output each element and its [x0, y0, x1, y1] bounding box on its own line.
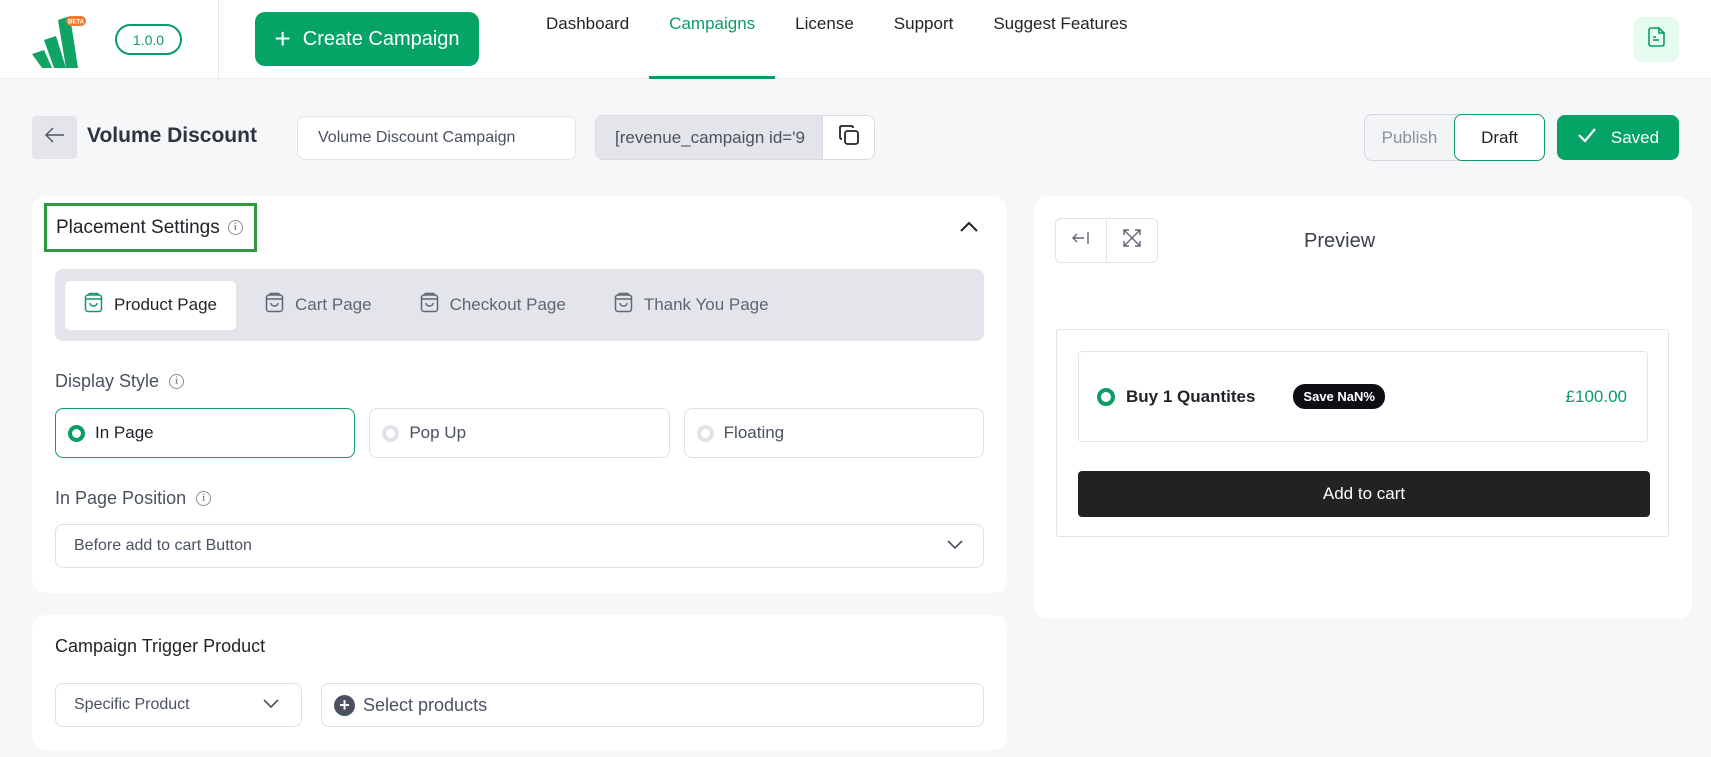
expand-icon	[1123, 229, 1141, 252]
page-tabs: Product Page Cart Page Checkout Page Tha…	[55, 269, 984, 341]
shortcode-value[interactable]: [revenue_campaign id='9	[596, 116, 822, 159]
chevron-down-icon	[947, 537, 963, 555]
offer-option[interactable]: Buy 1 Quantites Save NaN% £100.00	[1078, 351, 1648, 442]
page-title: Volume Discount	[87, 124, 257, 147]
publish-option[interactable]: Publish	[1365, 115, 1454, 160]
nav-suggest-features[interactable]: Suggest Features	[973, 0, 1147, 63]
chevron-up-icon	[960, 219, 978, 237]
tab-thank-you-page[interactable]: Thank You Page	[595, 281, 788, 330]
shopping-bag-icon	[420, 292, 439, 318]
radio-unselected-icon	[696, 424, 714, 442]
copy-shortcode-button[interactable]	[822, 116, 874, 159]
tab-label: Thank You Page	[643, 295, 769, 314]
shopping-bag-icon	[614, 292, 633, 318]
select-value: Specific Product	[74, 696, 190, 713]
info-icon[interactable]: i	[196, 491, 212, 506]
display-style-floating[interactable]: Floating	[683, 408, 984, 458]
info-icon[interactable]: i	[169, 374, 185, 389]
save-badge: Save NaN%	[1293, 384, 1385, 409]
chevron-down-icon	[263, 696, 279, 714]
display-style-pop-up[interactable]: Pop Up	[369, 408, 670, 458]
placement-settings-card: Placement Settings i Product Page Cart P…	[32, 196, 1007, 593]
arrow-left-icon	[44, 127, 65, 148]
preview-title: Preview	[1304, 230, 1376, 252]
select-value: Before add to cart Button	[74, 537, 252, 554]
draft-option[interactable]: Draft	[1454, 114, 1545, 161]
campaign-trigger-card: Campaign Trigger Product Specific Produc…	[32, 615, 1007, 750]
in-page-position-text: In Page Position	[55, 488, 187, 508]
back-button[interactable]	[32, 116, 77, 159]
tab-label: Product Page	[114, 295, 218, 314]
version-badge: 1.0.0	[115, 24, 182, 55]
in-page-position-label: In Page Position i	[55, 488, 212, 509]
expand-preview-button[interactable]	[1106, 219, 1157, 262]
shopping-bag-icon	[265, 292, 284, 318]
placement-settings-header: Placement Settings i	[44, 203, 257, 252]
info-icon[interactable]: i	[227, 220, 243, 235]
divider	[218, 0, 219, 79]
copy-icon	[837, 123, 861, 152]
collapse-button[interactable]	[957, 216, 981, 240]
document-icon	[1647, 26, 1667, 53]
beta-badge: BETA	[68, 20, 85, 26]
products-placeholder: Select products	[363, 694, 488, 715]
nav-campaigns[interactable]: Campaigns	[649, 0, 776, 79]
create-campaign-label: Create Campaign	[302, 27, 460, 50]
campaign-name-input[interactable]: Volume Discount Campaign	[297, 116, 576, 160]
check-icon	[1577, 127, 1597, 148]
trigger-title: Campaign Trigger Product	[55, 636, 266, 656]
offer-label: Buy 1 Quantites	[1126, 386, 1256, 406]
tab-product-page[interactable]: Product Page	[65, 280, 237, 330]
display-style-in-page[interactable]: In Page	[55, 408, 356, 458]
display-style-label: Display Style i	[55, 371, 185, 392]
section-title: Placement Settings	[56, 216, 220, 238]
select-products-input[interactable]: + Select products	[321, 683, 984, 727]
saved-button[interactable]: Saved	[1557, 115, 1679, 160]
saved-label: Saved	[1610, 127, 1660, 147]
main-nav: Dashboard Campaigns License Support Sugg…	[526, 0, 1148, 79]
offer-price: £100.00	[1565, 386, 1627, 406]
tab-label: Checkout Page	[449, 295, 566, 314]
display-style-options: In Page Pop Up Floating	[55, 408, 984, 458]
tab-label: Cart Page	[295, 295, 372, 314]
tab-checkout-page[interactable]: Checkout Page	[401, 281, 585, 330]
collapse-preview-button[interactable]	[1056, 219, 1106, 262]
option-label: Floating	[723, 423, 785, 442]
radio-selected-icon	[1097, 387, 1115, 406]
radio-unselected-icon	[382, 424, 400, 442]
trigger-type-select[interactable]: Specific Product	[55, 683, 302, 727]
display-style-text: Display Style	[55, 371, 160, 391]
in-page-position-select[interactable]: Before add to cart Button	[55, 524, 984, 568]
option-label: Pop Up	[409, 423, 467, 442]
preview-card: Preview Buy 1 Quantites Save NaN% £100.0…	[1034, 196, 1692, 619]
plus-icon: +	[274, 23, 291, 54]
option-label: In Page	[95, 423, 154, 442]
documentation-button[interactable]	[1634, 17, 1679, 62]
arrow-left-bar-icon	[1071, 231, 1091, 250]
radio-selected-icon	[68, 424, 85, 442]
tab-cart-page[interactable]: Cart Page	[246, 281, 391, 330]
top-navbar: BETA 1.0.0 + Create Campaign Dashboard C…	[0, 0, 1711, 79]
shopping-bag-icon	[84, 292, 103, 318]
shortcode-field: [revenue_campaign id='9	[595, 115, 875, 160]
nav-dashboard[interactable]: Dashboard	[526, 0, 649, 63]
add-circle-icon: +	[334, 694, 355, 716]
create-campaign-button[interactable]: + Create Campaign	[255, 12, 479, 66]
preview-frame: Buy 1 Quantites Save NaN% £100.00 Add to…	[1056, 329, 1669, 537]
nav-support[interactable]: Support	[874, 0, 974, 63]
preview-toolbar	[1055, 218, 1158, 263]
app-logo[interactable]: BETA	[30, 12, 90, 68]
nav-license[interactable]: License	[775, 0, 874, 63]
status-toggle: Publish Draft	[1364, 114, 1545, 161]
add-to-cart-button[interactable]: Add to cart	[1078, 471, 1650, 517]
